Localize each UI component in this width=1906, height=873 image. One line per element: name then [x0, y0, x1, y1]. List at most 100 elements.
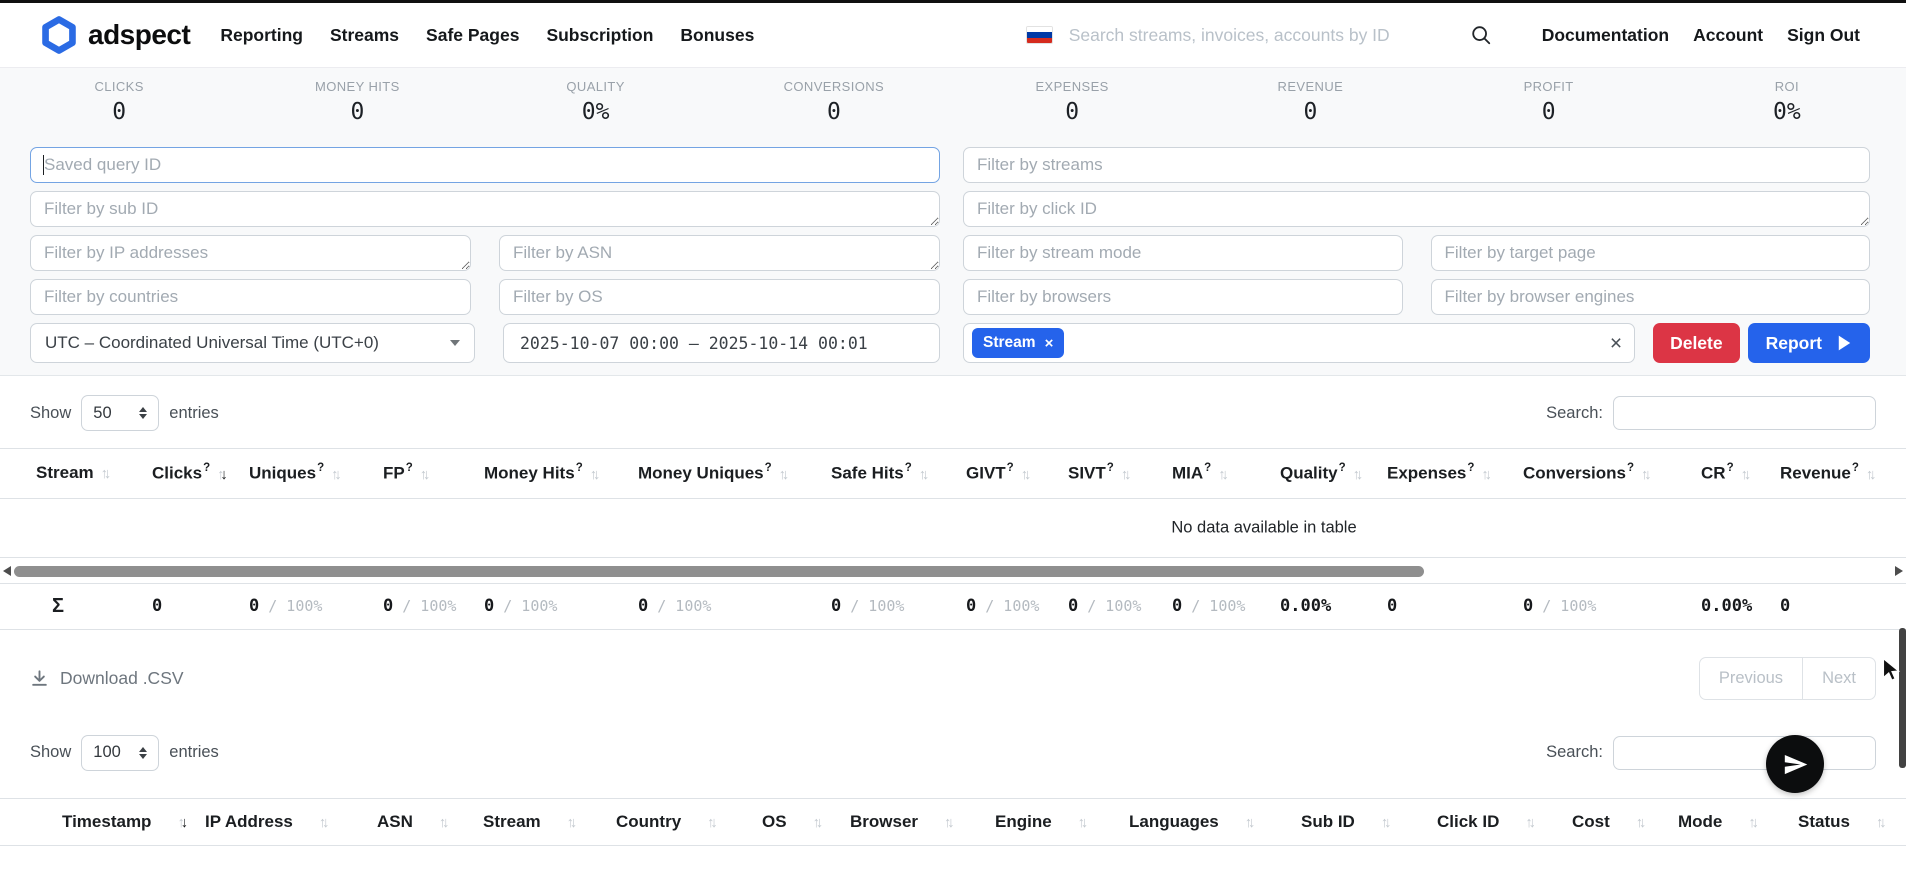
- column-header-status[interactable]: Status↑↓: [1758, 798, 1906, 845]
- filter-countries-input[interactable]: [30, 279, 471, 315]
- remove-tag-icon[interactable]: ×: [1045, 335, 1054, 352]
- column-header-sivt[interactable]: SIVT?↑↓: [1032, 449, 1136, 499]
- adspect-logo[interactable]: adspect: [40, 16, 190, 54]
- timezone-select[interactable]: UTC – Coordinated Universal Time (UTC+0): [30, 323, 475, 363]
- column-label: GIVT: [966, 464, 1006, 483]
- filter-asn-input[interactable]: [499, 235, 940, 271]
- help-icon[interactable]: ?: [576, 462, 583, 474]
- help-icon[interactable]: ?: [1467, 462, 1474, 474]
- column-header-givt[interactable]: GIVT?↑↓: [930, 449, 1032, 499]
- column-header-browser[interactable]: Browser↑↓: [810, 798, 955, 845]
- date-range-input[interactable]: [503, 323, 940, 363]
- page-size-select[interactable]: 50: [81, 395, 159, 431]
- previous-page-button[interactable]: Previous: [1699, 657, 1803, 700]
- flag-ru-icon[interactable]: [1026, 26, 1053, 44]
- column-header-engine[interactable]: Engine↑↓: [955, 798, 1089, 845]
- nav-item-reporting[interactable]: Reporting: [220, 25, 303, 46]
- help-icon[interactable]: ?: [406, 462, 413, 474]
- group-tag-stream[interactable]: Stream ×: [972, 328, 1064, 358]
- filter-click-id-input[interactable]: [963, 191, 1870, 227]
- totals-cell-sivt: 0/ 100%: [1032, 583, 1136, 629]
- sort-arrows-icon: ↑↓: [1866, 467, 1877, 483]
- filter-streams-input[interactable]: [963, 147, 1870, 183]
- filter-target-page-input[interactable]: [1431, 235, 1871, 271]
- column-header-timestamp[interactable]: Timestamp↑↓: [0, 798, 165, 845]
- empty-table-message: No data available in table: [1171, 518, 1356, 537]
- filter-os-input[interactable]: [499, 279, 940, 315]
- delete-button[interactable]: Delete: [1653, 323, 1740, 363]
- column-header-os[interactable]: OS↑↓: [722, 798, 810, 845]
- filter-stream-mode-input[interactable]: [963, 235, 1403, 271]
- column-header-sub-id[interactable]: Sub ID↑↓: [1261, 798, 1397, 845]
- filter-sub-id-input[interactable]: [30, 191, 940, 227]
- column-header-ip-address[interactable]: IP Address↑↓: [165, 798, 337, 845]
- clicks-table-search-input[interactable]: [1613, 736, 1876, 770]
- help-icon[interactable]: ?: [905, 462, 912, 474]
- help-icon[interactable]: ?: [765, 462, 772, 474]
- horizontal-scrollbar-thumb[interactable]: [14, 566, 1424, 577]
- search-icon[interactable]: [1470, 24, 1492, 46]
- column-label: Revenue: [1780, 464, 1851, 483]
- nav-link-sign-out[interactable]: Sign Out: [1787, 25, 1860, 46]
- column-header-uniques[interactable]: Uniques?↑↓: [213, 449, 347, 499]
- column-header-fp[interactable]: FP?↑↓: [347, 449, 448, 499]
- column-header-click-id[interactable]: Click ID↑↓: [1397, 798, 1532, 845]
- clear-selection-icon[interactable]: ×: [1610, 333, 1622, 354]
- column-header-quality[interactable]: Quality?↑↓: [1244, 449, 1351, 499]
- column-header-country[interactable]: Country↑↓: [576, 798, 722, 845]
- scroll-left-arrow-icon[interactable]: [3, 566, 11, 576]
- help-icon[interactable]: ?: [1627, 462, 1634, 474]
- filter-ip-addresses-input[interactable]: [30, 235, 471, 271]
- column-header-languages[interactable]: Languages↑↓: [1089, 798, 1261, 845]
- help-icon[interactable]: ?: [1107, 462, 1114, 474]
- next-page-button[interactable]: Next: [1802, 657, 1876, 700]
- help-icon[interactable]: ?: [1204, 462, 1211, 474]
- column-header-money-hits[interactable]: Money Hits?↑↓: [448, 449, 602, 499]
- report-button[interactable]: Report: [1748, 323, 1870, 363]
- column-header-mode[interactable]: Mode↑↓: [1638, 798, 1758, 845]
- scroll-right-arrow-icon[interactable]: [1895, 566, 1903, 576]
- help-icon[interactable]: ?: [1727, 462, 1734, 474]
- telegram-button[interactable]: [1766, 735, 1824, 793]
- help-icon[interactable]: ?: [203, 462, 210, 474]
- clicks-page-size-select[interactable]: 100: [81, 735, 159, 771]
- filter-browsers-input[interactable]: [963, 279, 1403, 315]
- column-header-money-uniques[interactable]: Money Uniques?↑↓: [602, 449, 795, 499]
- stat-label: QUALITY: [477, 79, 715, 94]
- column-header-mia[interactable]: MIA?↑↓: [1136, 449, 1244, 499]
- global-search-input[interactable]: [1069, 25, 1464, 46]
- column-header-clicks[interactable]: Clicks?↑↓: [116, 449, 213, 499]
- nav-item-subscription[interactable]: Subscription: [546, 25, 653, 46]
- horizontal-scrollbar[interactable]: [0, 563, 1906, 579]
- help-icon[interactable]: ?: [317, 462, 324, 474]
- column-label: Country: [616, 812, 681, 831]
- nav-item-streams[interactable]: Streams: [330, 25, 399, 46]
- totals-cell-expenses: 0: [1351, 583, 1487, 629]
- help-icon[interactable]: ?: [1339, 462, 1346, 474]
- column-header-cr[interactable]: CR?↑↓: [1665, 449, 1744, 499]
- column-header-conversions[interactable]: Conversions?↑↓: [1487, 449, 1665, 499]
- column-header-cost[interactable]: Cost↑↓: [1532, 798, 1638, 845]
- column-header-safe-hits[interactable]: Safe Hits?↑↓: [795, 449, 930, 499]
- stat-roi: ROI0%: [1668, 79, 1906, 140]
- totals-ratio: / 100%: [1087, 597, 1141, 615]
- column-header-expenses[interactable]: Expenses?↑↓: [1351, 449, 1487, 499]
- saved-query-id-input[interactable]: [30, 147, 940, 183]
- help-icon[interactable]: ?: [1007, 462, 1014, 474]
- vertical-scrollbar-thumb[interactable]: [1899, 628, 1906, 768]
- nav-link-account[interactable]: Account: [1693, 25, 1763, 46]
- nav-item-safe-pages[interactable]: Safe Pages: [426, 25, 519, 46]
- nav-link-documentation[interactable]: Documentation: [1542, 25, 1669, 46]
- download-csv-link[interactable]: Download .CSV: [30, 668, 184, 689]
- empty-table-row: No data available in table: [0, 498, 1906, 557]
- group-by-multiselect[interactable]: Stream × ×: [963, 323, 1635, 363]
- column-header-revenue[interactable]: Revenue? ↑↓: [1744, 449, 1906, 499]
- column-label: Clicks: [152, 464, 202, 483]
- column-header-stream[interactable]: Stream↑↓: [0, 449, 116, 499]
- nav-item-bonuses[interactable]: Bonuses: [680, 25, 754, 46]
- column-header-asn[interactable]: ASN↑↓: [337, 798, 443, 845]
- help-icon[interactable]: ?: [1852, 462, 1859, 474]
- filter-browser-engines-input[interactable]: [1431, 279, 1871, 315]
- column-header-stream[interactable]: Stream↑↓: [443, 798, 576, 845]
- report-table-search-input[interactable]: [1613, 396, 1876, 430]
